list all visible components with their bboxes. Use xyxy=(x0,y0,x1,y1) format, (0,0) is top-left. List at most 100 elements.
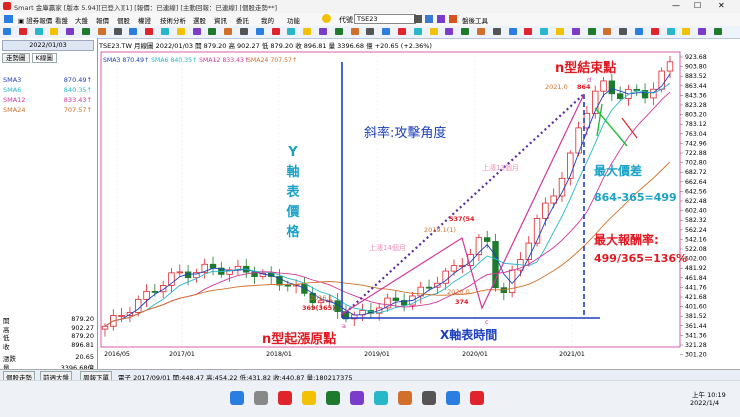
minimize-button[interactable]: — xyxy=(672,1,680,10)
menu-item[interactable]: 資訊 xyxy=(214,15,227,25)
toolbar-icon[interactable] xyxy=(176,28,185,35)
toolbar-icon[interactable] xyxy=(571,28,580,35)
toolbar-icon[interactable] xyxy=(66,28,75,35)
toolbar-icon[interactable] xyxy=(224,28,233,35)
toolbar-icon[interactable] xyxy=(413,28,422,35)
home-icon[interactable] xyxy=(4,15,13,23)
symbol-input[interactable] xyxy=(354,14,416,24)
toolbar-icon[interactable] xyxy=(650,28,659,35)
candle-body xyxy=(392,297,400,301)
taskbar-app-icon[interactable] xyxy=(470,391,484,405)
taskbar-app-icon[interactable] xyxy=(230,391,244,405)
menu-item[interactable]: 委託 xyxy=(236,15,249,25)
menu-item[interactable]: 報價 xyxy=(96,15,109,25)
taskbar-app-icon[interactable] xyxy=(278,391,292,405)
toolbar-icon[interactable] xyxy=(192,28,201,35)
search-icon[interactable] xyxy=(425,15,433,23)
menu-item[interactable]: 個股 xyxy=(117,15,130,25)
menu-bar: ▣ 證券報價看盤大盤報價個股權證技術分析選股資訊委託 我的 功能 代號 盤後工具 xyxy=(0,13,740,27)
taskbar-app-icon[interactable] xyxy=(398,391,412,405)
toolbar-icon[interactable] xyxy=(366,28,375,35)
toolbar-icon[interactable] xyxy=(240,28,248,35)
menu-item[interactable]: 看盤 xyxy=(55,15,68,25)
toolbar-icon[interactable] xyxy=(682,28,691,35)
taskbar-app-icon[interactable] xyxy=(446,391,460,405)
n-end-label: n型結束點 xyxy=(555,60,616,76)
toolbar-icon[interactable] xyxy=(603,28,612,35)
taskbar-app-icon[interactable] xyxy=(254,391,268,405)
toolbar-icon[interactable] xyxy=(461,28,470,35)
toolbar-icon[interactable] xyxy=(208,28,217,35)
y-tick-label: 662.64 xyxy=(685,179,707,186)
y-tick-label: 461.84 xyxy=(685,275,707,282)
toolbar-icon[interactable] xyxy=(34,28,43,35)
menu-item[interactable]: 功能 xyxy=(287,15,300,25)
menu-item[interactable]: 選股 xyxy=(193,15,206,25)
taskbar-app-icon[interactable] xyxy=(350,391,364,405)
toolbar-icon[interactable] xyxy=(303,28,312,35)
toolbar-icon[interactable] xyxy=(698,28,707,35)
toolbar-icon[interactable] xyxy=(161,28,169,35)
chart-icon[interactable] xyxy=(437,15,445,23)
toolbar-icon[interactable] xyxy=(492,28,501,35)
menu-item[interactable]: ▣ 證券報價 xyxy=(18,15,52,25)
toolbar-icon[interactable] xyxy=(714,28,722,35)
toolbar-icon[interactable] xyxy=(445,28,454,35)
taskbar-app-icon[interactable] xyxy=(302,391,316,405)
toolbar-icon[interactable] xyxy=(587,28,596,35)
alert-icon[interactable] xyxy=(322,14,331,23)
taskbar-app-icon[interactable] xyxy=(422,391,436,405)
menu-item[interactable]: 技術分析 xyxy=(160,15,186,25)
toolbar-icon[interactable] xyxy=(398,28,406,35)
toolbar-icon[interactable] xyxy=(319,28,327,35)
tab-intraday[interactable]: 走勢圖 xyxy=(2,53,30,63)
toolbar-icon[interactable] xyxy=(350,28,359,35)
x-tick-label: 2016/05 xyxy=(104,351,130,358)
toolbar-icon[interactable] xyxy=(50,28,59,35)
toolbar-icon[interactable] xyxy=(287,28,296,35)
y-tick-label: 341.36 xyxy=(685,332,707,339)
toolbar-icon[interactable] xyxy=(477,28,485,35)
toolbar-icon[interactable] xyxy=(635,28,643,35)
toolbar-icon[interactable] xyxy=(540,28,549,35)
close-button[interactable]: ✕ xyxy=(718,1,725,10)
menu-item[interactable]: 大盤 xyxy=(75,15,88,25)
toolbar-icon[interactable] xyxy=(382,28,391,35)
chart-area[interactable]: 923.68 903.80 883.52 863.44 843.36 823.28 803.… xyxy=(97,38,740,370)
toolbar-icon[interactable] xyxy=(429,28,438,35)
taskbar-app-icon[interactable] xyxy=(326,391,340,405)
toolbar-icon[interactable] xyxy=(129,28,138,35)
x-tick-label: 2021/01 xyxy=(559,351,585,358)
toolbar-icon[interactable] xyxy=(145,28,154,35)
toolbar-icon[interactable] xyxy=(619,28,628,35)
dropdown-icon[interactable] xyxy=(414,15,422,23)
toolbar-icon[interactable] xyxy=(524,28,533,35)
menu-item[interactable]: 權證 xyxy=(138,15,151,25)
point-label-374: 374 xyxy=(455,298,469,306)
toolbar-icon[interactable] xyxy=(3,28,11,35)
toolbar-icon[interactable] xyxy=(113,28,122,35)
toolbar-icon[interactable] xyxy=(666,28,675,35)
toolbar-icon[interactable] xyxy=(18,28,27,35)
ohlc-value: 896.81 xyxy=(71,340,94,349)
exchange-label: 代號 xyxy=(339,16,353,24)
y-axis-annotation-char: 軸 xyxy=(286,164,299,180)
tools-menu[interactable]: 盤後工具 xyxy=(462,15,488,25)
y-tick-label: 903.80 xyxy=(685,64,707,71)
menu-item[interactable]: 我的 xyxy=(261,15,274,25)
left-panel: 2022/01/03 走勢圖 K線圖 SMA3 870.49↑ SMA6 840.35… xyxy=(0,38,98,372)
x-tick-label: 2018/01 xyxy=(266,351,292,358)
tool-icon[interactable] xyxy=(449,15,457,23)
toolbar-icon[interactable] xyxy=(508,28,517,35)
toolbar-icon[interactable] xyxy=(82,28,90,35)
toolbar-icon[interactable] xyxy=(97,28,106,35)
kline-chart[interactable]: 923.68 903.80 883.52 863.44 843.36 823.28 803.… xyxy=(97,38,740,370)
toolbar-icon[interactable] xyxy=(255,28,264,35)
tab-kline[interactable]: K線圖 xyxy=(31,53,57,63)
toolbar-icon[interactable] xyxy=(271,28,280,35)
maximize-button[interactable]: ☐ xyxy=(694,1,701,10)
toolbar-icon[interactable] xyxy=(334,28,343,35)
toolbar-icon[interactable] xyxy=(556,28,564,35)
taskbar-app-icon[interactable] xyxy=(374,391,388,405)
candle-body xyxy=(484,237,491,242)
